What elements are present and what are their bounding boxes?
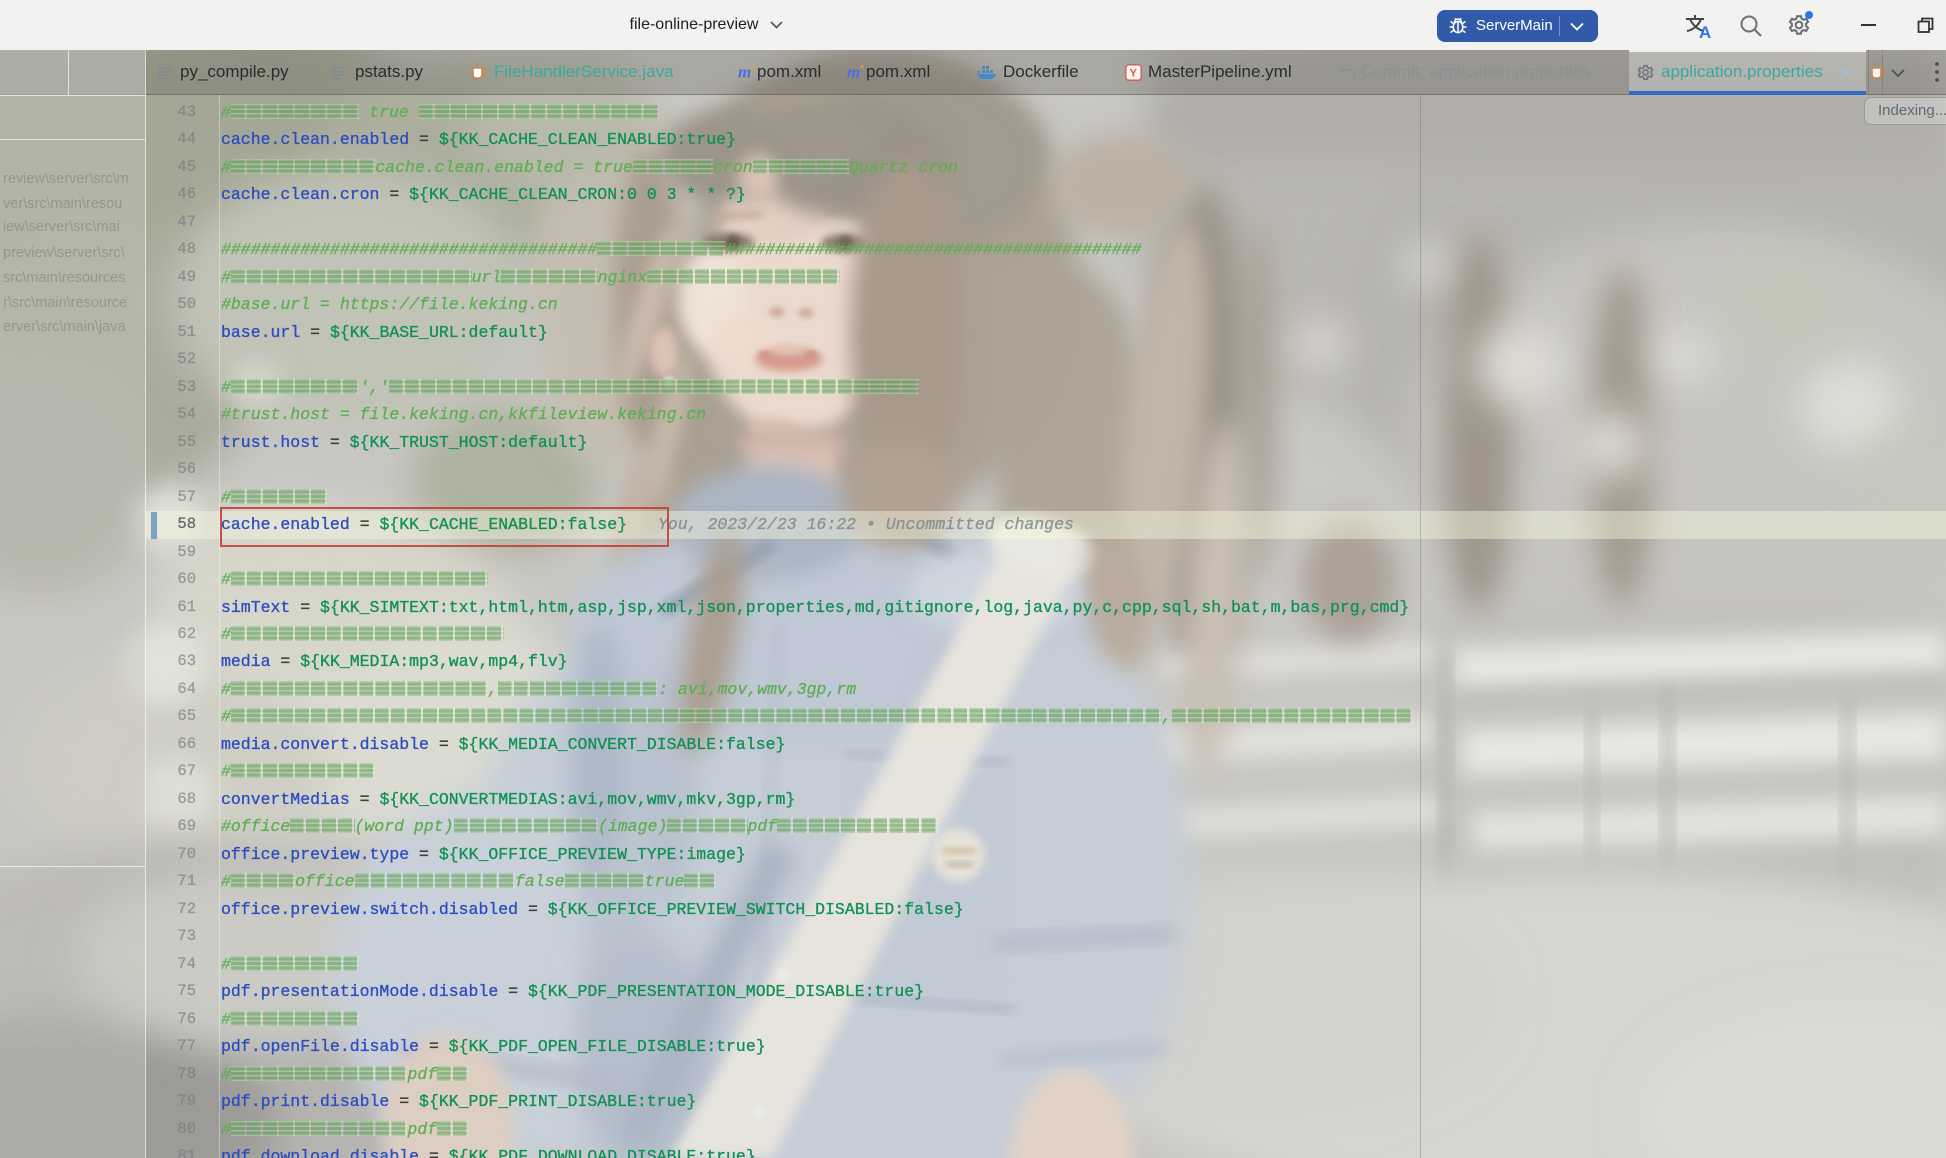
svg-text:m: m bbox=[847, 64, 860, 80]
svg-text:A: A bbox=[1699, 23, 1711, 39]
svg-text:m: m bbox=[738, 64, 751, 80]
svg-text:Y: Y bbox=[1130, 68, 1138, 80]
